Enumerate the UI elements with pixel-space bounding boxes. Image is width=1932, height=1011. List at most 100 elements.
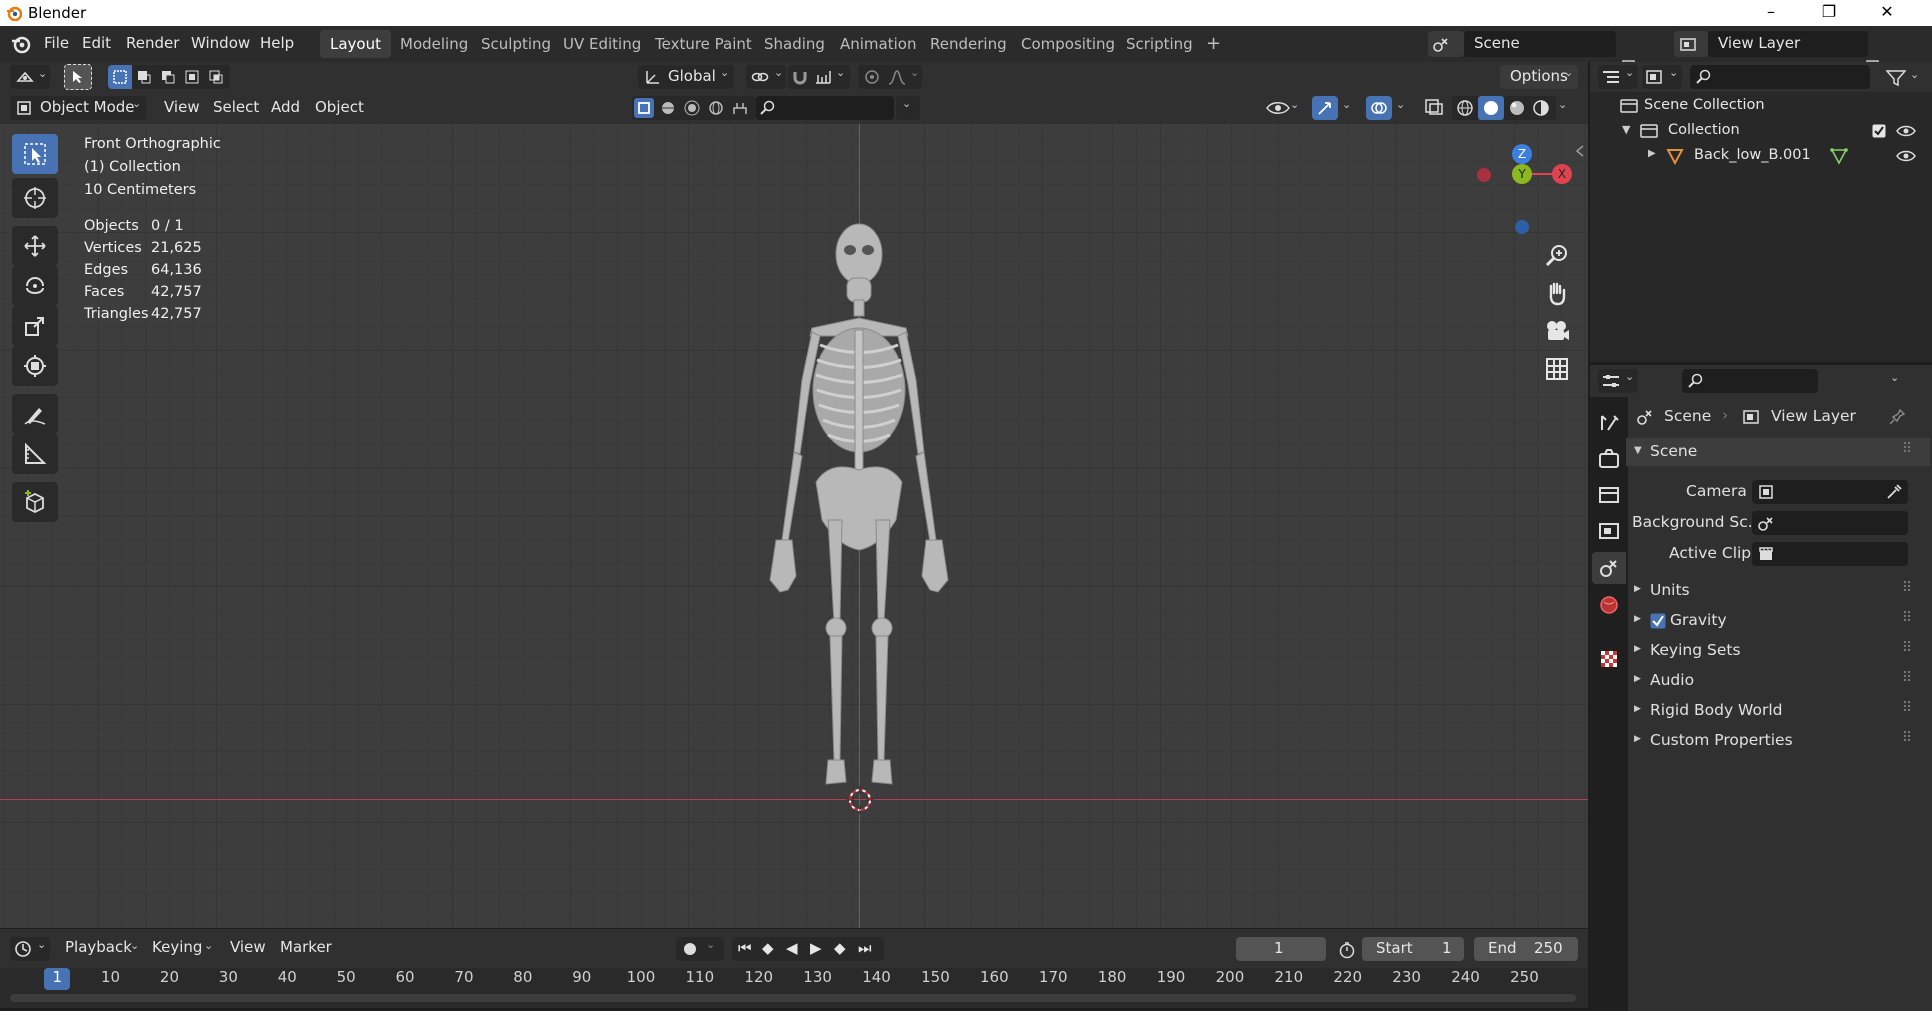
select-extend-icon[interactable] — [137, 70, 151, 84]
menu-help[interactable]: Help — [260, 34, 294, 52]
stopwatch-icon[interactable] — [1338, 941, 1356, 959]
rotate-tool[interactable] — [12, 266, 58, 306]
3d-cursor-icon[interactable] — [846, 786, 874, 814]
chevron-down-icon[interactable]: ⌄ — [1396, 98, 1405, 111]
tab-modeling[interactable]: Modeling — [390, 30, 478, 58]
overlays-toggle-button[interactable] — [1366, 96, 1392, 120]
annotate-tool[interactable] — [12, 394, 58, 434]
timeline-scrollbar[interactable] — [10, 994, 1576, 1002]
jump-end-icon[interactable]: ⏭ — [858, 939, 872, 957]
current-frame-field[interactable]: 1 — [1236, 937, 1326, 961]
scene-panel-header[interactable]: ▼ Scene ⠿ — [1626, 438, 1930, 466]
navigation-gizmo[interactable]: Z Y X — [1474, 140, 1584, 240]
properties-search-input[interactable] — [1682, 369, 1818, 393]
tab-layout[interactable]: Layout — [320, 30, 391, 58]
gizmo-x-axis[interactable]: X — [1552, 164, 1572, 184]
filter-funnel-icon[interactable] — [1886, 69, 1906, 87]
skeleton-model[interactable] — [730, 220, 990, 808]
expand-triangle-icon[interactable]: ▼ — [1622, 123, 1630, 136]
render-tab-icon[interactable] — [1594, 444, 1624, 474]
gizmo-toggle-button[interactable] — [1312, 96, 1338, 120]
collection-checkbox[interactable] — [1872, 124, 1886, 138]
subpanel-rigid-body-world[interactable]: ▶ Rigid Body World ⠿ — [1626, 698, 1930, 724]
world-icon[interactable] — [708, 100, 724, 116]
select-invert-icon[interactable] — [185, 70, 199, 84]
display-mode-button[interactable]: ⌄ — [1642, 65, 1682, 89]
outliner-row-object[interactable]: ▶ Back_low_B.001 — [1590, 144, 1932, 169]
jump-keyframe-forward-icon[interactable]: ◆ — [834, 939, 846, 957]
camera-view-icon[interactable] — [1544, 318, 1570, 344]
auto-keying-button[interactable]: ⌄ — [676, 937, 724, 961]
properties-editor-type-button[interactable]: ⌄ — [1598, 369, 1638, 393]
transform-tool[interactable] — [12, 346, 58, 386]
start-frame-field[interactable]: Start 1 — [1362, 937, 1464, 961]
proportional-editing-group[interactable]: ⌄ — [858, 65, 922, 89]
camera-field[interactable] — [1752, 480, 1908, 504]
tab-texture-paint[interactable]: Texture Paint — [645, 30, 762, 58]
measure-tool[interactable] — [12, 434, 58, 474]
cursor-tool[interactable] — [12, 178, 58, 218]
play-icon[interactable]: ▶ — [810, 939, 822, 957]
snapping-group[interactable]: ⌄ — [788, 65, 850, 89]
texture-tab-icon[interactable] — [1594, 644, 1624, 674]
material-preview-icon[interactable] — [1508, 99, 1526, 117]
output-tab-icon[interactable] — [1594, 480, 1624, 510]
sidebar-toggle-chevron-icon[interactable] — [1574, 144, 1586, 158]
drag-handle-icon[interactable]: ⠿ — [1902, 441, 1912, 457]
jump-start-icon[interactable]: ⏮ — [738, 939, 752, 957]
grid-view-icon[interactable] — [1544, 356, 1570, 382]
filter-dropdown-button[interactable]: ⌄ — [896, 96, 920, 120]
scene-tab-icon[interactable] — [1594, 553, 1624, 583]
zoom-icon[interactable] — [1544, 242, 1570, 268]
paint-icon[interactable] — [732, 100, 748, 116]
view-layer-name-field[interactable]: View Layer — [1708, 31, 1868, 57]
tab-shading[interactable]: Shading — [754, 30, 835, 58]
timeline-menu-keying[interactable]: Keying — [152, 938, 202, 956]
pin-icon[interactable] — [1888, 408, 1906, 426]
drag-handle-icon[interactable]: ⠿ — [1902, 640, 1912, 656]
minimize-button[interactable]: – — [1742, 0, 1800, 26]
xray-toggle-icon[interactable] — [1424, 98, 1444, 116]
menu-edit[interactable]: Edit — [82, 34, 111, 52]
outliner-search-input[interactable] — [1690, 65, 1870, 89]
tab-uv-editing[interactable]: UV Editing — [553, 30, 651, 58]
subpanel-units[interactable]: ▶ Units ⠿ — [1626, 578, 1930, 604]
gravity-checkbox[interactable] — [1650, 613, 1666, 629]
end-frame-field[interactable]: End 250 — [1474, 937, 1578, 961]
pan-hand-icon[interactable] — [1544, 280, 1570, 306]
editor-type-button[interactable]: ⌄ — [10, 65, 50, 89]
visibility-eye-icon[interactable] — [1896, 124, 1916, 138]
viewport-menu-add[interactable]: Add — [271, 98, 300, 116]
timeline-editor-type-button[interactable]: ⌄ — [10, 937, 50, 961]
drag-handle-icon[interactable]: ⠿ — [1902, 610, 1912, 626]
chevron-down-icon[interactable]: ⌄ — [1890, 371, 1899, 384]
chevron-down-icon[interactable]: ⌄ — [1342, 98, 1351, 111]
select-box-tool[interactable] — [12, 134, 58, 174]
viewport-menu-view[interactable]: View — [164, 98, 200, 116]
outliner-editor-type-button[interactable]: ⌄ — [1598, 65, 1638, 89]
gizmo-neg-x-axis[interactable] — [1477, 168, 1491, 182]
menu-window[interactable]: Window — [191, 34, 250, 52]
menu-render[interactable]: Render — [126, 34, 179, 52]
close-button[interactable]: ✕ — [1858, 0, 1916, 26]
wireframe-shading-icon[interactable] — [1456, 99, 1474, 117]
viewport-menu-object[interactable]: Object — [315, 98, 364, 116]
drag-handle-icon[interactable]: ⠿ — [1902, 670, 1912, 686]
tab-scripting[interactable]: Scripting — [1116, 30, 1203, 58]
expand-triangle-icon[interactable]: ▶ — [1648, 148, 1656, 159]
viewport-menu-select[interactable]: Select — [213, 98, 259, 116]
subpanel-custom-properties[interactable]: ▶ Custom Properties ⠿ — [1626, 728, 1930, 754]
subpanel-gravity[interactable]: ▶ Gravity ⠿ — [1626, 608, 1930, 634]
active-clip-field[interactable] — [1752, 542, 1908, 566]
play-reverse-icon[interactable]: ◀ — [786, 939, 798, 957]
timeline-menu-playback[interactable]: Playback — [65, 938, 132, 956]
mesh-data-icon[interactable] — [1830, 147, 1848, 165]
tab-animation[interactable]: Animation — [830, 30, 926, 58]
timeline-ruler[interactable]: 1 10 20 30 40 50 60 70 80 90 100 110 120 130 140 150 160… — [0, 968, 1588, 1008]
scene-selector-button[interactable] — [1428, 31, 1464, 57]
transform-orientation-dropdown[interactable]: Global ⌄ — [638, 65, 734, 89]
sphere-icon[interactable] — [660, 100, 676, 116]
chevron-down-icon[interactable]: ⌄ — [1558, 98, 1567, 111]
timeline-menu-marker[interactable]: Marker — [280, 938, 332, 956]
scene-name-field[interactable]: Scene — [1464, 31, 1616, 57]
